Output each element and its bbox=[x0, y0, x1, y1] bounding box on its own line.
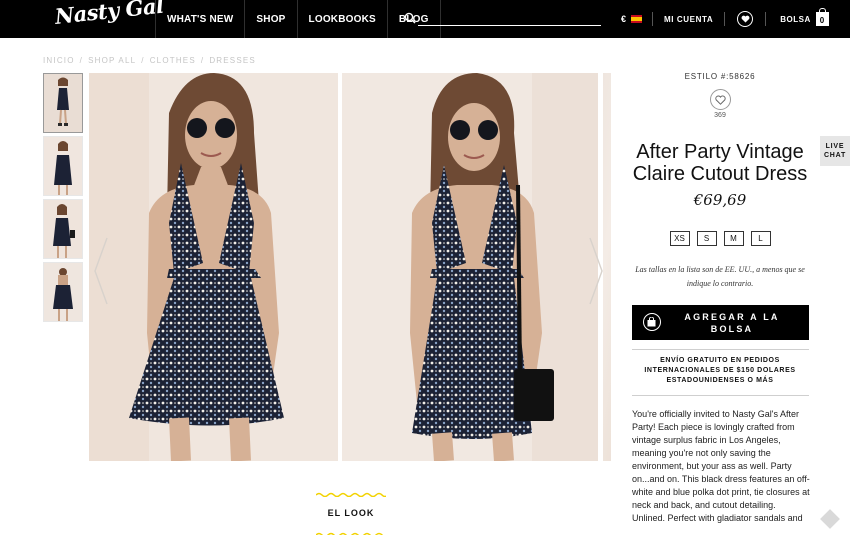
size-option-m[interactable]: M bbox=[723, 231, 744, 246]
el-look-label: EL LOOK bbox=[327, 508, 375, 518]
thumbnail-strip bbox=[43, 73, 83, 325]
breadcrumb-dresses[interactable]: DRESSES bbox=[209, 56, 256, 65]
thumbnail-back[interactable] bbox=[43, 262, 83, 322]
bag-count: 0 bbox=[819, 16, 825, 25]
chevron-right-icon[interactable] bbox=[589, 236, 603, 306]
add-to-bag-label: AGREGAR A LA BOLSA bbox=[684, 311, 780, 334]
el-look-section[interactable]: EL LOOK bbox=[315, 484, 389, 535]
nav-shop[interactable]: SHOP bbox=[244, 0, 296, 38]
product-price: €69,69 bbox=[693, 191, 747, 209]
size-option-xs[interactable]: XS bbox=[669, 231, 690, 246]
product-title: After Party Vintage Claire Cutout Dress bbox=[632, 141, 808, 185]
breadcrumb-separator: / bbox=[200, 56, 205, 65]
wishlist-heart-icon[interactable] bbox=[737, 11, 754, 27]
spain-flag-icon bbox=[631, 15, 643, 23]
size-option-l[interactable]: L bbox=[750, 231, 771, 246]
nav-lookbooks[interactable]: LOOKBOOKS bbox=[296, 0, 387, 38]
size-selector: XS S M L bbox=[622, 231, 818, 246]
search-input[interactable] bbox=[418, 10, 601, 26]
shopping-bag-icon bbox=[642, 313, 661, 331]
thumbnail-detail[interactable] bbox=[43, 136, 83, 196]
product-photo-next-peek[interactable] bbox=[603, 73, 611, 461]
divider bbox=[631, 395, 809, 396]
my-account-link[interactable]: MI CUENTA bbox=[653, 15, 724, 24]
style-number: ESTILO #:58626 bbox=[684, 72, 756, 81]
size-option-s[interactable]: S bbox=[696, 231, 717, 246]
main-nav: WHAT'S NEW SHOP LOOKBOOKS BLOG bbox=[155, 0, 441, 38]
product-photo-front[interactable] bbox=[89, 73, 338, 461]
favorite-heart-icon[interactable] bbox=[709, 89, 731, 110]
chevron-left-icon[interactable] bbox=[94, 236, 108, 306]
live-chat-tab[interactable]: LIVE CHAT bbox=[820, 136, 850, 166]
search-bar bbox=[404, 10, 601, 28]
product-photo-three-quarter[interactable] bbox=[342, 73, 598, 461]
free-shipping-notice: ENVÍO GRATUITO EN PEDIDOS INTERNACIONALE… bbox=[644, 357, 796, 384]
breadcrumb-separator: / bbox=[141, 56, 145, 65]
thumbnail-front[interactable] bbox=[43, 73, 83, 133]
breadcrumb: INICIO / SHOP ALL / CLOTHES / DRESSES bbox=[43, 56, 256, 65]
thumbnail-side[interactable] bbox=[43, 199, 83, 259]
breadcrumb-inicio[interactable]: INICIO bbox=[43, 56, 75, 65]
like-count: 369 bbox=[714, 112, 726, 119]
bag-icon: 0 bbox=[815, 8, 829, 26]
divider bbox=[724, 12, 726, 26]
divider bbox=[631, 349, 809, 350]
breadcrumb-clothes[interactable]: CLOTHES bbox=[150, 56, 196, 65]
product-description: You're officially invited to Nasty Gal's… bbox=[632, 409, 810, 523]
currency-selector[interactable]: € bbox=[615, 14, 652, 24]
currency-symbol: € bbox=[621, 14, 627, 24]
product-info-panel: ESTILO #:58626 369 After Party Vintage C… bbox=[622, 62, 818, 525]
scroll-diamond-icon[interactable] bbox=[820, 509, 840, 529]
size-note: Las tallas en la lista son de EE. UU., a… bbox=[635, 265, 805, 288]
add-to-bag-button[interactable]: AGREGAR A LA BOLSA bbox=[631, 305, 809, 340]
shopping-bag-button[interactable]: BOLSA 0 bbox=[766, 8, 829, 26]
bag-label: BOLSA bbox=[780, 14, 811, 24]
yellow-squiggle-top bbox=[315, 492, 389, 498]
search-icon[interactable] bbox=[404, 12, 416, 24]
top-navigation-bar: Nasty Gal WHAT'S NEW SHOP LOOKBOOKS BLOG… bbox=[0, 0, 850, 38]
nasty-gal-logo[interactable]: Nasty Gal bbox=[54, 0, 165, 29]
breadcrumb-shop-all[interactable]: SHOP ALL bbox=[88, 56, 136, 65]
breadcrumb-separator: / bbox=[79, 56, 84, 65]
header-utilities: € MI CUENTA BOLSA 0 bbox=[615, 0, 829, 38]
nav-whats-new[interactable]: WHAT'S NEW bbox=[155, 0, 244, 38]
